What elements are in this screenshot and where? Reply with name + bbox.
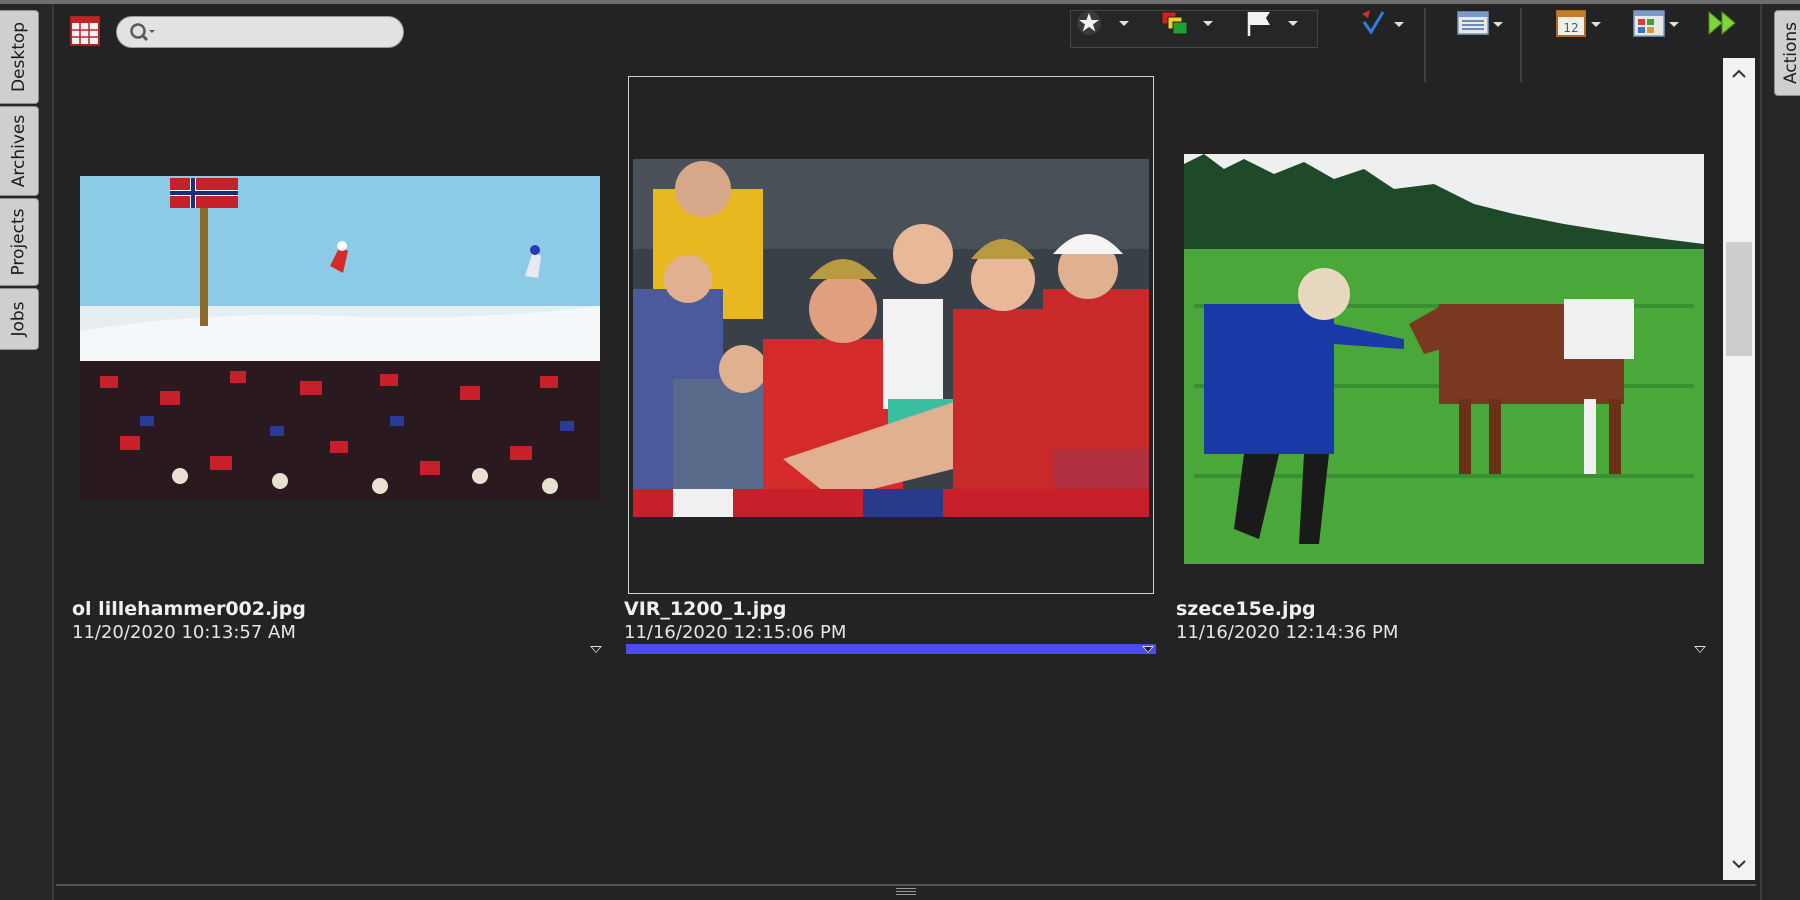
calendar-button[interactable]: 12 — [1554, 8, 1604, 38]
item-caption: szece15e.jpg 11/16/2020 12:14:36 PM — [1176, 598, 1706, 643]
svg-text:12: 12 — [1563, 21, 1578, 35]
item-menu-chevron-icon[interactable] — [1142, 646, 1154, 653]
color-label-filter-button[interactable] — [1158, 8, 1228, 38]
grid-view-icon — [70, 16, 100, 46]
tab-archives-label: Archives — [9, 114, 29, 188]
thumbnail-item-selected[interactable] — [628, 76, 1154, 594]
photo-thumbnail — [1184, 154, 1704, 564]
tab-desktop[interactable]: Desktop — [0, 10, 39, 104]
item-date: 11/20/2020 10:13:57 AM — [72, 622, 296, 643]
chevron-down-icon — [1493, 22, 1503, 27]
photo-thumbnail — [80, 176, 600, 500]
item-menu-chevron-icon[interactable] — [590, 646, 602, 653]
chevron-down-icon — [1203, 21, 1213, 26]
thumbnail-grid: ol lillehammer002.jpg 11/20/2020 10:13:5… — [56, 56, 1722, 882]
window-top-border — [0, 0, 1800, 4]
chevron-down-icon — [1119, 21, 1129, 26]
resize-grip-icon[interactable] — [896, 886, 916, 896]
flag-filter-button[interactable] — [1244, 8, 1314, 38]
chevron-down-icon — [1394, 22, 1404, 27]
tab-jobs[interactable]: Jobs — [0, 288, 39, 350]
layout-icon — [1633, 10, 1665, 37]
list-view-icon — [1457, 11, 1489, 35]
grid-view-button[interactable] — [70, 16, 100, 46]
left-tab-rail: Desktop Archives Projects Jobs — [0, 4, 54, 900]
scrollbar-thumb[interactable] — [1726, 242, 1752, 356]
photo-thumbnail — [633, 159, 1149, 517]
tab-projects[interactable]: Projects — [0, 198, 39, 286]
search-box[interactable] — [116, 16, 404, 48]
scroll-down-button[interactable] — [1723, 852, 1755, 876]
tab-jobs-label: Jobs — [9, 301, 29, 337]
tab-desktop-label: Desktop — [9, 21, 30, 93]
item-caption: VIR_1200_1.jpg 11/16/2020 12:15:06 PM — [624, 598, 1154, 643]
next-button[interactable] — [1706, 8, 1740, 38]
vertical-scrollbar[interactable] — [1723, 58, 1755, 880]
list-view-button[interactable] — [1456, 8, 1506, 38]
item-date: 11/16/2020 12:14:36 PM — [1176, 622, 1399, 643]
tab-archives[interactable]: Archives — [0, 106, 39, 196]
layout-button[interactable] — [1632, 8, 1682, 38]
tab-actions[interactable]: Actions — [1774, 10, 1800, 96]
thumbnail-item[interactable] — [64, 76, 600, 596]
fast-forward-icon — [1708, 10, 1736, 36]
tab-actions-label: Actions — [1781, 21, 1800, 85]
search-icon — [130, 23, 155, 42]
flag-icon — [1247, 12, 1270, 36]
item-menu-chevron-icon[interactable] — [1694, 646, 1706, 653]
sort-icon — [1362, 10, 1385, 35]
star-rating-filter-button[interactable] — [1076, 8, 1146, 38]
tab-projects-label: Projects — [9, 208, 29, 276]
chevron-down-icon — [1669, 22, 1679, 27]
calendar-icon: 12 — [1556, 10, 1586, 37]
chevron-down-icon — [1288, 21, 1298, 26]
sort-button[interactable] — [1358, 8, 1408, 38]
color-label-icon — [1161, 11, 1188, 35]
chevron-down-icon — [1732, 860, 1746, 869]
selection-highlight-bar — [626, 644, 1156, 654]
item-filename: VIR_1200_1.jpg — [624, 598, 787, 620]
right-tab-rail: Actions — [1760, 4, 1800, 900]
thumbnail-item[interactable] — [1180, 76, 1712, 596]
chevron-up-icon — [1732, 69, 1746, 78]
scroll-up-button[interactable] — [1723, 62, 1755, 86]
star-rating-icon — [1077, 11, 1101, 35]
search-input[interactable] — [157, 21, 397, 45]
item-filename: ol lillehammer002.jpg — [72, 598, 306, 620]
chevron-down-icon — [1591, 22, 1601, 27]
item-filename: szece15e.jpg — [1176, 598, 1316, 620]
item-date: 11/16/2020 12:15:06 PM — [624, 622, 847, 643]
item-caption: ol lillehammer002.jpg 11/20/2020 10:13:5… — [72, 598, 602, 643]
